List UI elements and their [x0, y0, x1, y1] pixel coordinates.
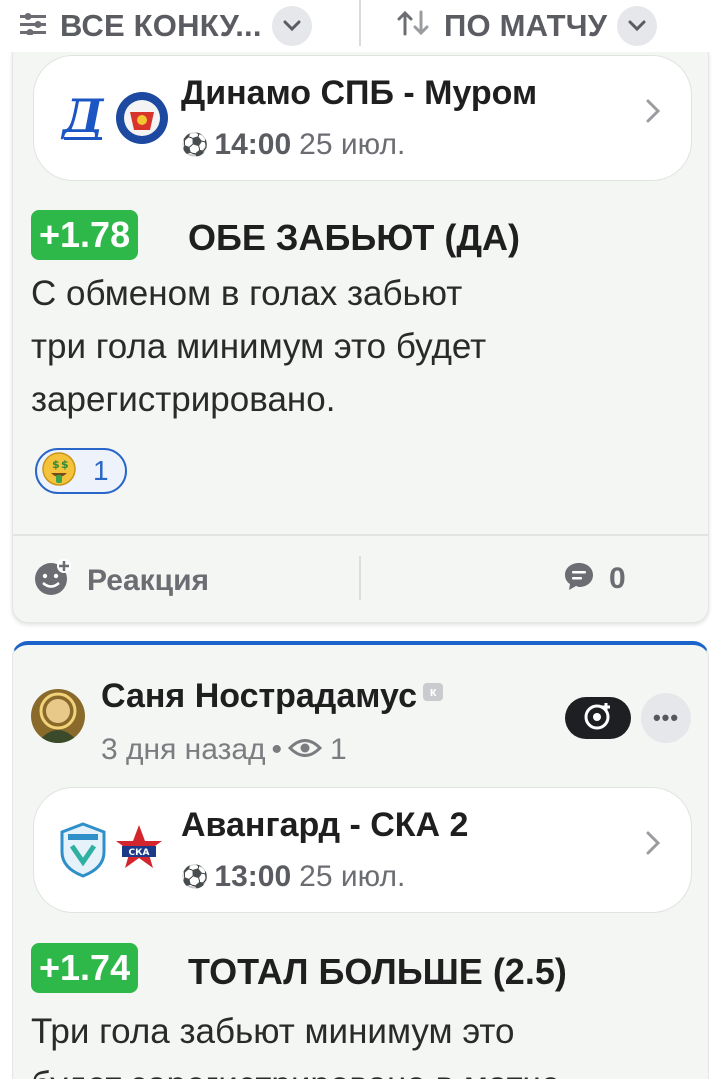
svg-text:$: $	[52, 458, 60, 471]
actions-divider	[359, 556, 361, 600]
match-date: 25 июл.	[299, 860, 406, 893]
post-time-ago: 3 дня назад	[101, 733, 266, 766]
author-name[interactable]: Саня Нострадамус к	[101, 677, 443, 716]
bet-type: ТОТАЛ БОЛЬШЕ (2.5)	[188, 951, 567, 992]
team-logos: СКА	[58, 822, 164, 883]
subscribe-button[interactable]	[565, 697, 631, 739]
svg-text:СКА: СКА	[129, 848, 150, 858]
dynamo-logo-icon: Д	[58, 89, 108, 151]
football-icon: ⚽	[181, 132, 209, 157]
author-name-text: Саня Нострадамус	[101, 677, 417, 715]
add-reaction-icon	[33, 558, 73, 603]
comments-count: 0	[609, 561, 626, 595]
filter-divider	[359, 0, 361, 46]
verified-badge-icon: к	[422, 683, 443, 701]
football-icon: ⚽	[181, 864, 209, 889]
comment-icon	[563, 560, 595, 597]
add-follow-icon	[582, 700, 614, 737]
prediction-card: Д Динамо СПБ - Муром ⚽ 14:00 25 июл. +1.…	[12, 40, 709, 623]
sort-filter[interactable]: ПО МАТЧУ	[396, 0, 658, 52]
money-face-emoji-icon: $ $	[41, 451, 77, 492]
filter-bar: ВСЕ КОНКУ... ПО МАТЧУ	[0, 0, 719, 52]
match-link[interactable]: СКА Авангард - СКА 2 ⚽ 13:00 25 июл.	[33, 787, 692, 913]
chevron-right-icon	[645, 98, 661, 129]
more-dots-icon: •••	[652, 705, 680, 730]
comments-button[interactable]: 0	[563, 560, 626, 597]
murom-logo-icon	[114, 90, 170, 151]
svg-text:Д: Д	[61, 90, 105, 143]
match-title: Авангард - СКА 2	[181, 806, 469, 844]
odds-badge: +1.78	[31, 210, 139, 260]
odds-badge: +1.74	[31, 943, 139, 993]
match-kickoff-time: 13:00	[214, 860, 292, 893]
sort-arrows-icon	[396, 10, 430, 43]
reaction-chip[interactable]: $ $ 1	[35, 448, 127, 494]
reaction-count: 1	[93, 455, 109, 486]
card-actions: Реакция 0	[13, 536, 708, 622]
react-button-label: Реакция	[87, 563, 210, 597]
team-logos: Д	[58, 89, 170, 151]
match-title: Динамо СПБ - Муром	[181, 74, 538, 112]
match-time: ⚽ 13:00 25 июл.	[181, 860, 405, 894]
avangard-logo-icon	[58, 822, 108, 883]
views-count: 1	[330, 733, 347, 766]
competition-filter[interactable]: ВСЕ КОНКУ...	[20, 0, 312, 52]
chevron-down-icon[interactable]	[271, 6, 312, 46]
svg-text:$: $	[61, 458, 69, 471]
sort-filter-label: ПО МАТЧУ	[444, 8, 608, 43]
match-date: 25 июл.	[299, 128, 406, 161]
chevron-down-icon[interactable]	[617, 6, 658, 46]
react-button[interactable]: Реакция	[33, 558, 209, 603]
prediction-comment: Три гола забьют минимум это будет зареги…	[31, 1012, 560, 1079]
match-link[interactable]: Д Динамо СПБ - Муром ⚽ 14:00 25 июл.	[33, 55, 692, 181]
prediction-card: Саня Нострадамус к 3 дня назад • 1 ••• СК…	[12, 641, 709, 1079]
eye-icon	[287, 733, 323, 767]
chevron-right-icon	[645, 830, 661, 861]
match-time: ⚽ 14:00 25 июл.	[181, 128, 405, 162]
filter-icon	[20, 10, 46, 42]
more-options-button[interactable]: •••	[641, 693, 691, 743]
meta-separator: •	[271, 733, 283, 766]
competition-filter-label: ВСЕ КОНКУ...	[60, 8, 262, 43]
ska-logo-icon: СКА	[114, 822, 164, 883]
post-meta: 3 дня назад • 1	[101, 733, 347, 767]
avatar[interactable]	[31, 689, 85, 743]
match-kickoff-time: 14:00	[214, 128, 292, 161]
prediction-comment: С обменом в голах забьют три гола миниму…	[31, 274, 487, 419]
bet-type: ОБЕ ЗАБЬЮТ (ДА)	[188, 217, 521, 258]
